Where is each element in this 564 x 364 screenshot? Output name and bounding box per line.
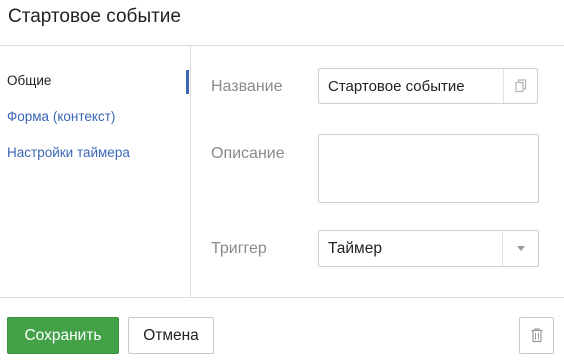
trigger-select[interactable]: Таймер	[318, 230, 539, 267]
description-field[interactable]	[318, 134, 539, 203]
footer-divider	[0, 297, 564, 298]
name-label: Название	[211, 78, 283, 95]
copy-icon	[514, 79, 526, 93]
active-tab-indicator	[186, 70, 189, 94]
trigger-select-value: Таймер	[328, 240, 382, 257]
delete-button[interactable]	[519, 317, 554, 354]
trigger-dropdown-toggle[interactable]	[502, 231, 538, 266]
trigger-label: Триггер	[211, 240, 267, 257]
sidebar-item-timer-settings[interactable]: Настройки таймера	[7, 144, 130, 162]
name-field-value[interactable]: Стартовое событие	[328, 77, 465, 97]
chevron-down-icon	[516, 246, 525, 251]
trash-icon	[531, 328, 542, 343]
sidebar-divider	[190, 46, 191, 297]
name-field[interactable]: Стартовое событие	[318, 68, 538, 104]
copy-button[interactable]	[503, 69, 537, 103]
save-button[interactable]: Сохранить	[7, 317, 119, 354]
sidebar-item-general[interactable]: Общие	[7, 72, 51, 90]
description-label: Описание	[211, 145, 285, 162]
dialog-title: Стартовое событие	[8, 6, 181, 27]
sidebar-item-form-context[interactable]: Форма (контекст)	[7, 108, 115, 126]
header-divider	[0, 45, 564, 46]
cancel-button[interactable]: Отмена	[128, 317, 214, 354]
